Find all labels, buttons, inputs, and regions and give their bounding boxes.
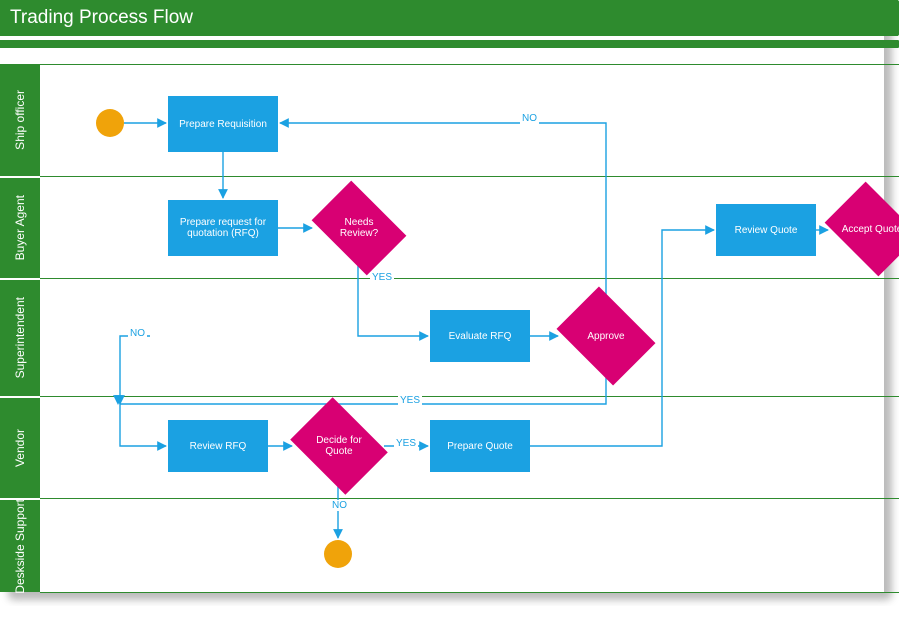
edge-label-yes: YES [370,272,394,283]
edge-label-yes: YES [394,438,418,449]
node-prepare-quote: Prepare Quote [430,420,530,472]
node-prepare-requisition: Prepare Requisition [168,96,278,152]
decision-decide-quote: Decide for Quote [300,416,378,476]
start-node [96,109,124,137]
edge-label-yes: YES [398,395,422,406]
edge-label-no: NO [520,113,539,124]
node-review-rfq: Review RFQ [168,420,268,472]
edge-label-no: NO [128,328,147,339]
decision-needs-review: Needs Review? [320,200,398,256]
node-evaluate-rfq: Evaluate RFQ [430,310,530,362]
decision-approve: Approve [566,306,646,366]
end-node [324,540,352,568]
node-review-quote: Review Quote [716,204,816,256]
edge-label-no: NO [330,500,349,511]
node-prepare-rfq: Prepare request for quotation (RFQ) [168,200,278,256]
